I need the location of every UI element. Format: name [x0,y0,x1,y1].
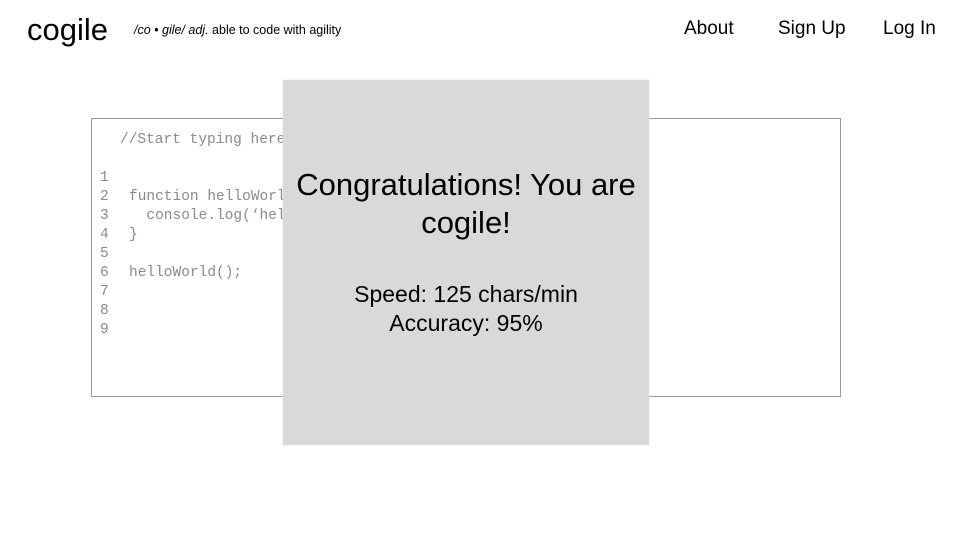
accuracy-stat: Accuracy: 95% [389,310,543,336]
nav-signup-link[interactable]: Sign Up [778,17,846,41]
tagline: /co • gile/ adj. able to code with agili… [134,22,341,38]
results-modal: Congratulations! You are cogile! Speed: … [283,80,649,445]
tagline-definition: able to code with agility [208,23,342,37]
line-number: 9 [100,322,109,338]
tagline-pronunciation: /co • gile/ adj. [134,23,209,37]
nav-login-link[interactable]: Log In [883,17,936,41]
logo[interactable]: cogile [27,10,108,50]
speed-stat: Speed: 125 chars/min [354,281,578,307]
nav-about-link[interactable]: About [684,17,734,41]
modal-title: Congratulations! You are cogile! [296,167,636,240]
modal-stats: Speed: 125 chars/min Accuracy: 95% [283,280,649,338]
editor-comment: //Start typing here [120,132,286,148]
